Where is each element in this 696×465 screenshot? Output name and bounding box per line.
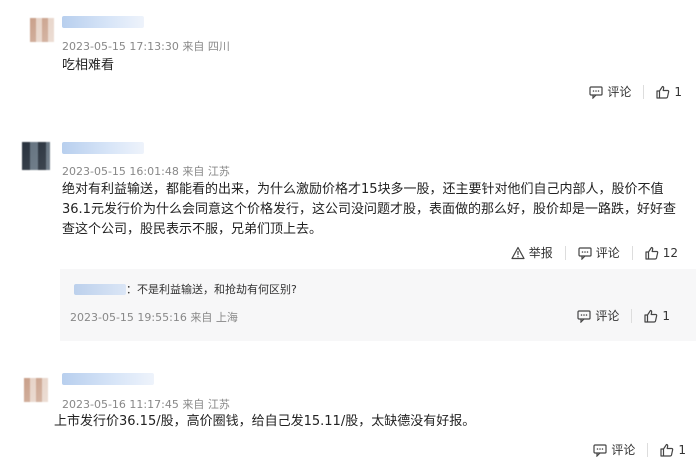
comment-username[interactable]: 用户 — [62, 373, 154, 385]
speech-bubble-icon — [593, 443, 607, 457]
comment-text: 绝对有利益输送，都能看的出来，为什么激励价格才15块多一股，还主要针对他们自己内… — [62, 182, 676, 237]
avatar[interactable] — [30, 18, 54, 42]
like-button[interactable]: 12 — [645, 246, 678, 260]
like-button[interactable]: 1 — [660, 443, 686, 457]
comment-username[interactable]: 用户 — [62, 16, 144, 28]
comment-actions: 评论 1 — [589, 83, 682, 100]
comment-meta: 2023-05-16 11:17:45 来自 江苏 — [62, 398, 230, 411]
avatar[interactable] — [24, 378, 48, 402]
comment-actions: 举报 评论 12 — [511, 244, 678, 261]
comment-label: 评论 — [611, 443, 636, 457]
comment-button[interactable]: 评论 — [578, 244, 620, 261]
comment-label: 评论 — [595, 246, 620, 260]
comment-actions: 评论 1 — [593, 441, 686, 458]
reply-text: ：不是利益输送，和抢劫有何区别? — [126, 283, 297, 296]
thumbs-up-icon — [645, 246, 658, 260]
divider — [647, 442, 649, 457]
like-button[interactable]: 1 — [644, 309, 670, 323]
thumbs-up-icon — [660, 443, 674, 457]
thumbs-up-icon — [644, 309, 658, 323]
reply-item: 用户 ：不是利益输送，和抢劫有何区别? 2023-05-15 19:55:16 … — [60, 269, 696, 341]
comment-meta: 2023-05-15 17:13:30 来自 四川 — [62, 40, 230, 53]
like-count: 12 — [662, 245, 678, 260]
comment-button[interactable]: 评论 — [589, 83, 631, 100]
divider — [631, 245, 633, 260]
like-button[interactable]: 1 — [656, 85, 682, 99]
comment-label: 评论 — [595, 309, 620, 323]
thumbs-up-icon — [656, 85, 670, 99]
reply-actions: 评论 1 — [577, 307, 670, 324]
reply-meta: 2023-05-15 19:55:16 来自 上海 — [70, 311, 238, 324]
comment-button[interactable]: 评论 — [593, 441, 635, 458]
comment-button[interactable]: 评论 — [577, 307, 619, 324]
reply-username[interactable]: 用户 — [74, 284, 126, 295]
divider — [564, 245, 566, 260]
speech-bubble-icon — [578, 246, 592, 260]
avatar[interactable] — [22, 142, 50, 170]
like-count: 1 — [662, 308, 670, 323]
speech-bubble-icon — [577, 309, 591, 323]
divider — [643, 84, 645, 99]
warning-triangle-icon — [511, 246, 525, 259]
comment-meta: 2023-05-15 16:01:48 来自 江苏 — [62, 165, 230, 178]
like-count: 1 — [678, 442, 686, 457]
speech-bubble-icon — [589, 85, 603, 99]
comment-username[interactable]: 用户 — [62, 142, 144, 154]
report-button[interactable]: 举报 — [511, 244, 553, 261]
like-count: 1 — [674, 84, 682, 99]
comment-text: 吃相难看 — [62, 58, 115, 73]
comment-text: 上市发行价36.15/股，高价圈钱，给自己发15.11/股，太缺德没有好报。 — [54, 414, 476, 429]
comment-label: 评论 — [607, 85, 632, 99]
divider — [631, 308, 633, 323]
report-label: 举报 — [528, 246, 553, 260]
